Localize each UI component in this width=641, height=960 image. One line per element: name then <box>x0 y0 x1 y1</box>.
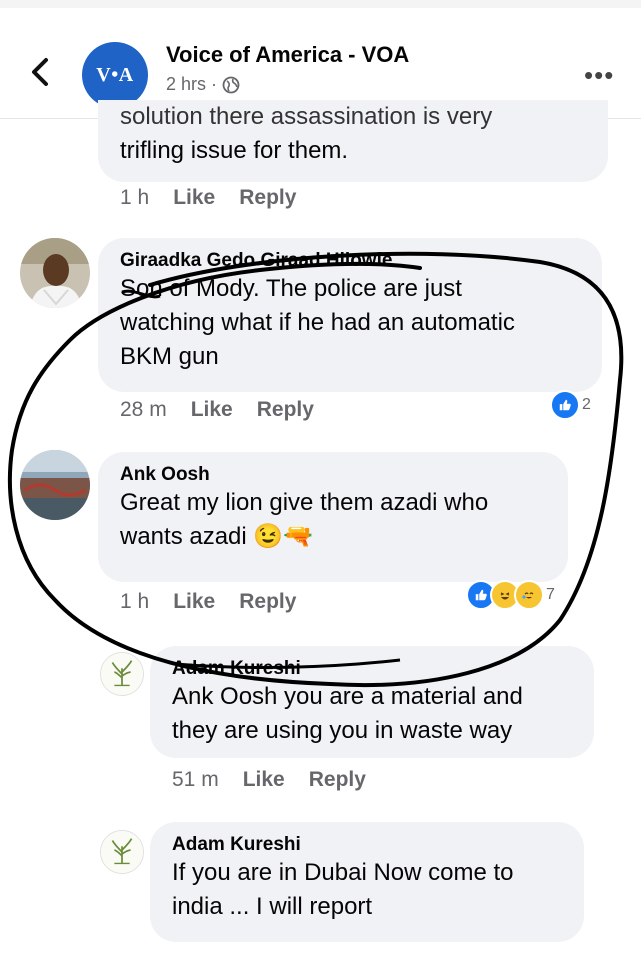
reply-button[interactable]: Reply <box>239 186 296 210</box>
reply-text-line: If you are in Dubai Now come to <box>172 859 514 886</box>
user-photo-icon <box>20 450 90 520</box>
back-arrow-icon[interactable] <box>26 52 56 92</box>
meta-separator: · <box>211 74 218 94</box>
reply-text-line: Ank Oosh you are a material and <box>172 683 523 710</box>
reply-time: 51 m <box>172 768 219 791</box>
comment-text-line: Son of Mody. The police are just <box>120 275 462 302</box>
comment-bubble: Giraadka Gedo Giraad Hilowle Son of Mody… <box>98 238 602 392</box>
comment-time: 1 h <box>120 590 150 613</box>
comment-text-line: Great my lion give them azadi who <box>120 489 489 516</box>
reaction-count: 2 <box>582 396 591 413</box>
reply-text-line: they are using you in waste way <box>172 717 513 744</box>
plant-logo-icon <box>101 653 143 695</box>
comment-text: trifling issue for them. <box>120 137 349 164</box>
reply-button[interactable]: Reply <box>239 590 296 614</box>
reaction-count: 7 <box>546 586 555 603</box>
post-time: 2 hrs <box>166 74 207 94</box>
reply-button[interactable]: Reply <box>257 398 314 422</box>
wink-gun-emoji: 😉🔫 <box>253 523 314 550</box>
user-photo-icon <box>20 238 90 308</box>
like-button[interactable]: Like <box>173 590 215 614</box>
reply-text-line: india ... I will report <box>172 893 373 920</box>
comment-actions: 1 h Like Reply <box>120 186 296 210</box>
post-meta: 2 hrs · <box>166 74 240 95</box>
comment-time: 1 h <box>120 186 150 209</box>
avatar[interactable] <box>20 238 90 308</box>
cry-laugh-reaction-icon <box>514 580 544 610</box>
status-bar <box>0 0 641 8</box>
comment-author[interactable]: Giraadka Gedo Giraad Hilowle <box>120 250 580 272</box>
comment-text-line: wants azadi 😉🔫 <box>120 520 546 554</box>
reply-bubble: Adam Kureshi If you are in Dubai Now com… <box>150 822 584 942</box>
reaction-summary[interactable]: 2 <box>550 390 591 420</box>
globe-icon <box>222 76 240 93</box>
comment-time: 28 m <box>120 398 167 421</box>
comment-actions: 28 m Like Reply <box>120 398 314 422</box>
reply-author[interactable]: Adam Kureshi <box>172 658 572 680</box>
comment-actions: 1 h Like Reply <box>120 590 296 614</box>
avatar[interactable] <box>20 450 90 520</box>
comment-text-fragment: wants azadi <box>120 523 247 550</box>
reply-button[interactable]: Reply <box>309 768 366 792</box>
plant-logo-icon <box>101 831 143 873</box>
more-options-icon[interactable]: ••• <box>584 62 614 88</box>
comment-text-line: watching what if he had an automatic <box>120 309 515 336</box>
avatar[interactable] <box>100 830 144 874</box>
like-button[interactable]: Like <box>243 768 285 792</box>
page-name[interactable]: Voice of America - VOA <box>166 42 409 68</box>
comment-text-line: BKM gun <box>120 343 219 370</box>
voa-logo-avatar[interactable]: V•A <box>82 42 148 108</box>
like-button[interactable]: Like <box>191 398 233 422</box>
reply-actions: 51 m Like Reply <box>172 768 366 792</box>
comment-bubble: Ank Oosh Great my lion give them azadi w… <box>98 452 568 582</box>
reply-bubble: Adam Kureshi Ank Oosh you are a material… <box>150 646 594 758</box>
reply-author[interactable]: Adam Kureshi <box>172 834 562 856</box>
like-button[interactable]: Like <box>173 186 215 210</box>
comment-text-partial: solution there assassination is very <box>120 103 493 130</box>
like-reaction-icon <box>550 390 580 420</box>
comment-bubble: solution there assassination is very tri… <box>98 100 608 182</box>
comment-author[interactable]: Ank Oosh <box>120 464 546 486</box>
avatar[interactable] <box>100 652 144 696</box>
reaction-summary[interactable]: 7 <box>466 580 555 610</box>
